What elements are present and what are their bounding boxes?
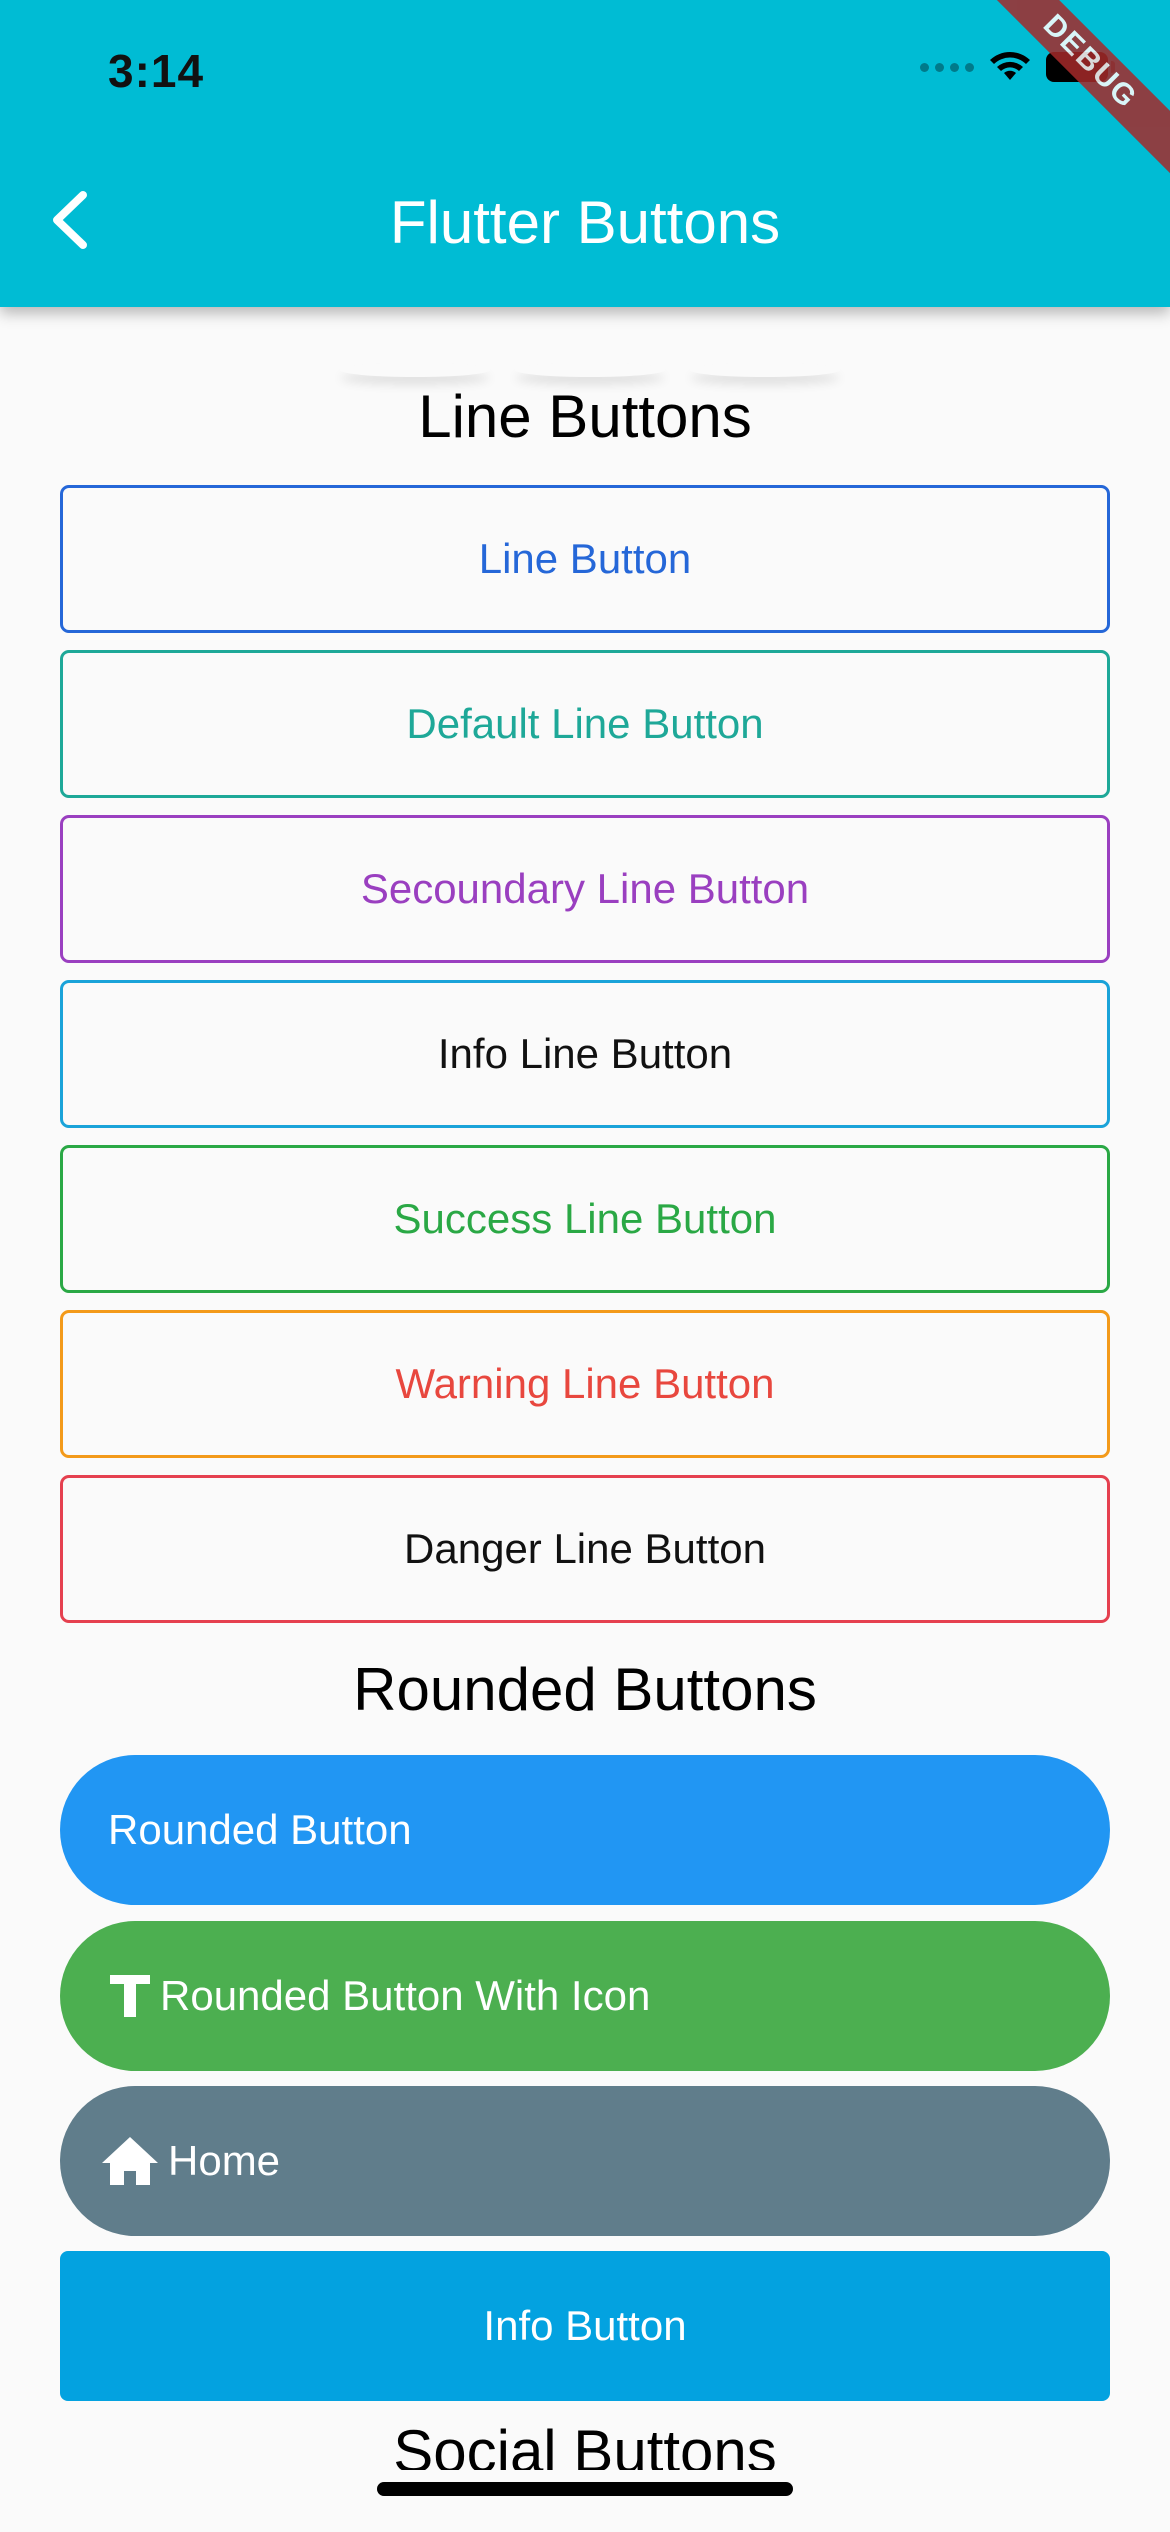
line-buttons-heading: Line Buttons xyxy=(418,383,752,450)
debug-banner: DEBUG xyxy=(968,0,1170,184)
scroll-content[interactable]: Line Buttons Line Button Default Line Bu… xyxy=(0,307,1170,2470)
default-line-button[interactable]: Default Line Button xyxy=(60,650,1110,798)
home-button-label: Home xyxy=(168,2137,281,2184)
rounded-button-label: Rounded Button xyxy=(108,1806,412,1853)
app-bar: 3:14 DEBUG Flutter Buttons xyxy=(0,0,1170,307)
rounded-button[interactable]: Rounded Button xyxy=(60,1755,1110,1905)
info-line-button[interactable]: Info Line Button xyxy=(60,980,1110,1128)
rounded-button-with-icon[interactable]: Rounded Button With Icon xyxy=(60,1921,1110,2071)
info-button[interactable]: Info Button xyxy=(60,2251,1110,2401)
scrolled-content-shadow xyxy=(340,363,840,383)
home-icon xyxy=(100,2135,160,2187)
warning-line-button[interactable]: Warning Line Button xyxy=(60,1310,1110,1458)
page-title: Flutter Buttons xyxy=(389,189,781,256)
success-line-button[interactable]: Success Line Button xyxy=(60,1145,1110,1293)
home-indicator[interactable] xyxy=(377,2482,793,2496)
wifi-icon xyxy=(988,50,1032,84)
status-time: 3:14 xyxy=(108,45,205,97)
text-t-icon xyxy=(108,1973,152,2019)
social-buttons-heading: Social Buttons xyxy=(393,2418,777,2470)
danger-line-button[interactable]: Danger Line Button xyxy=(60,1475,1110,1623)
rounded-buttons-heading: Rounded Buttons xyxy=(353,1656,817,1723)
rounded-button-with-icon-label: Rounded Button With Icon xyxy=(160,1972,651,2019)
line-button[interactable]: Line Button xyxy=(60,485,1110,633)
cellular-signal-icon xyxy=(920,62,974,72)
secondary-line-button[interactable]: Secoundary Line Button xyxy=(60,815,1110,963)
home-button[interactable]: Home xyxy=(60,2086,1110,2236)
